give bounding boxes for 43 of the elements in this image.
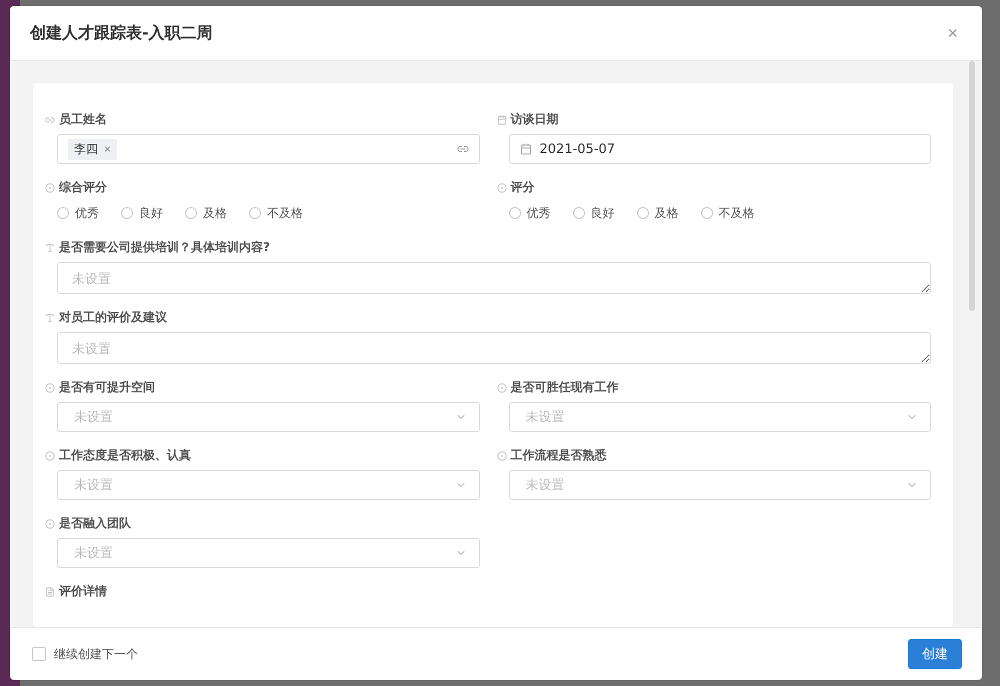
option-icon [45,450,55,460]
radio-option[interactable]: 良好 [121,204,163,222]
continue-checkbox[interactable]: 继续创建下一个 [32,646,138,662]
field-label: 是否需要公司提供培训？具体培训内容? [59,239,270,256]
field-label: 是否可胜任现有工作 [510,379,618,396]
option-icon [45,518,55,528]
field-label: 工作流程是否熟悉 [510,447,606,464]
name-tag: 李四 × [68,138,118,160]
option-icon [45,182,55,192]
dialog-title: 创建人才跟踪表-入职二周 [30,22,213,44]
link-icon [456,143,468,155]
create-button[interactable]: 创建 [908,639,962,669]
field-label: 综合评分 [59,179,107,196]
link-icon [45,114,55,124]
text-area[interactable]: 未设置 [57,332,931,364]
calendar-icon [520,143,532,155]
text-area[interactable]: 未设置 [57,262,931,294]
calendar-icon [496,114,506,124]
radio-option[interactable]: 优秀 [508,204,550,222]
scrollbar-thumb[interactable] [969,61,975,311]
field-label: 员工姓名 [59,111,107,128]
radio-option[interactable]: 不及格 [700,204,754,222]
document-icon [45,586,55,596]
radio-option[interactable]: 不及格 [249,204,303,222]
radio-option[interactable]: 优秀 [57,204,99,222]
radio-option[interactable]: 良好 [572,204,614,222]
field-label: 评分 [510,179,534,196]
field-label: 访谈日期 [510,111,558,128]
name-field[interactable]: 李四 × [57,134,480,164]
option-icon [496,382,506,392]
radio-option[interactable]: 及格 [185,204,227,222]
field-label: 工作态度是否积极、认真 [59,447,191,464]
option-icon [496,182,506,192]
field-label: 是否有可提升空间 [59,379,155,396]
date-field[interactable]: 2021-05-07 [508,134,931,164]
text-type-icon [45,242,55,252]
text-type-icon [45,312,55,322]
field-label: 对员工的评价及建议 [59,309,167,326]
option-icon [45,382,55,392]
field-label: 评价详情 [59,583,107,600]
radio-option[interactable]: 及格 [636,204,678,222]
option-icon [496,450,506,460]
field-label: 是否融入团队 [59,515,131,532]
